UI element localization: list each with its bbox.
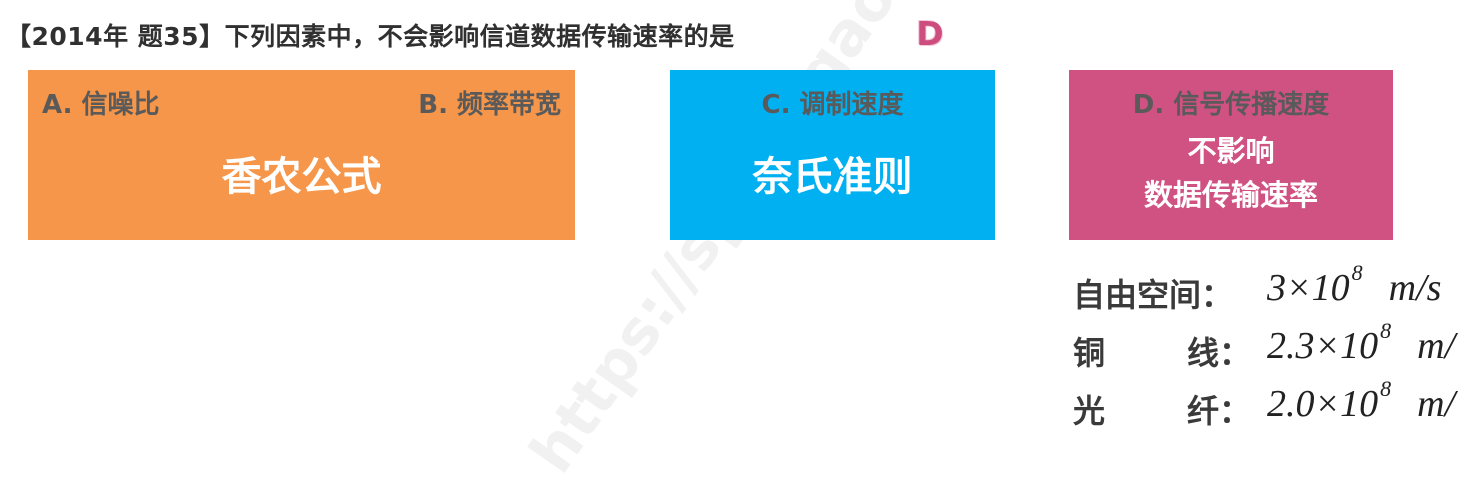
nyquist-box: C. 调制速度 奈氏准则 [670, 70, 995, 240]
question-text: 【2014年 题35】下列因素中，不会影响信道数据传输速率的是 [6, 22, 735, 51]
medium-label-suffix: 纤： [1187, 392, 1252, 430]
shannon-formula-title: 香农公式 [221, 154, 382, 200]
option-d-label: D. 信号传播速度 [1132, 90, 1330, 120]
medium-label: 自由空间： [1073, 276, 1234, 314]
speed-value: 2.3×108 m/ [1267, 318, 1456, 367]
nyquist-criterion-title: 奈氏准则 [752, 154, 913, 200]
answer-letter: D [916, 14, 944, 53]
option-b-label: B. 频率带宽 [418, 90, 561, 120]
data-rate-line: 数据传输速率 [1143, 178, 1318, 212]
shannon-box: A. 信噪比 B. 频率带宽 香农公式 [28, 70, 575, 240]
propagation-box: D. 信号传播速度 不影响 数据传输速率 [1069, 70, 1393, 240]
speed-value: 3×108 m/s [1267, 260, 1442, 309]
no-effect-line: 不影响 [1187, 134, 1275, 168]
option-a-label: A. 信噪比 [42, 90, 160, 120]
medium-label: 光 [1073, 392, 1106, 430]
option-c-label: C. 调制速度 [761, 90, 904, 120]
medium-label-suffix: 线： [1187, 334, 1252, 372]
speed-value: 2.0×108 m/ [1267, 376, 1456, 425]
medium-label: 铜 [1073, 334, 1106, 372]
